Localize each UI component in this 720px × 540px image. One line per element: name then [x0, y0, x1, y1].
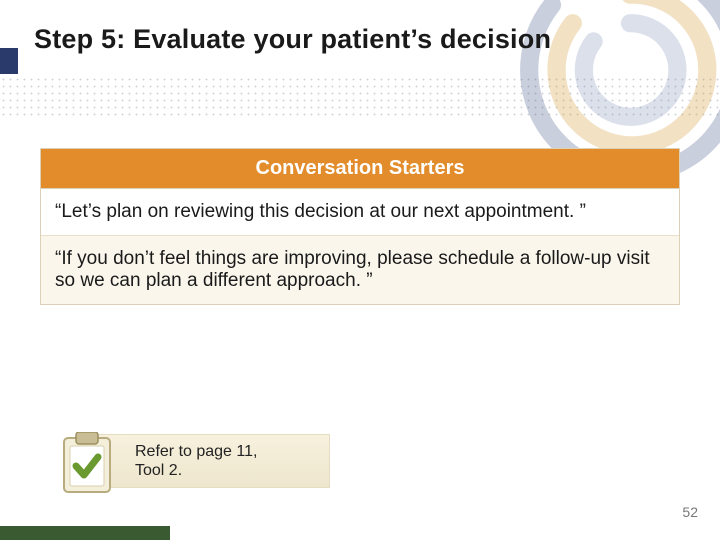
- table-row: “Let’s plan on reviewing this decision a…: [41, 189, 679, 236]
- table-header: Conversation Starters: [41, 149, 679, 189]
- slide-title: Step 5: Evaluate your patient’s decision: [34, 24, 690, 55]
- refer-label: Refer to page 11, Tool 2.: [135, 442, 257, 480]
- page-number: 52: [682, 504, 698, 520]
- title-accent-bar: [0, 48, 18, 74]
- conversation-starters-table: Conversation Starters “Let’s plan on rev…: [40, 148, 680, 305]
- refer-line1: Refer to page 11,: [135, 443, 257, 460]
- bottom-accent-bar: [0, 526, 170, 540]
- refer-callout: Refer to page 11, Tool 2.: [90, 434, 330, 488]
- table-row: “If you don’t feel things are improving,…: [41, 236, 679, 304]
- dotted-band: [0, 76, 720, 116]
- refer-line2: Tool 2.: [135, 462, 182, 479]
- clipboard-check-icon: [58, 432, 116, 496]
